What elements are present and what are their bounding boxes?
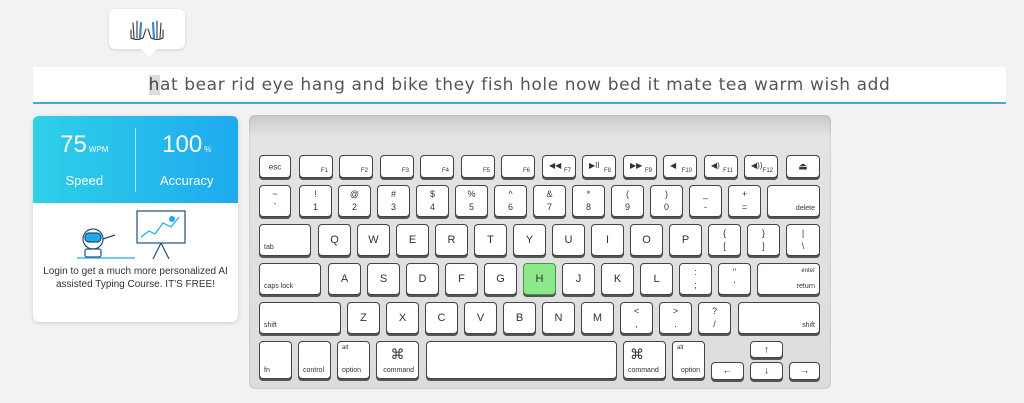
key-f6[interactable]: F6 <box>501 155 535 178</box>
key-8[interactable]: * 8 <box>572 185 605 217</box>
key-shift-left[interactable]: shift <box>259 302 341 334</box>
key-1[interactable]: ! 1 <box>299 185 332 217</box>
accuracy-label: Accuracy <box>160 173 214 188</box>
hands-icon <box>130 20 164 40</box>
accuracy-unit: % <box>204 145 212 154</box>
key-f10[interactable]: ◀ F10 <box>663 155 697 178</box>
key-y[interactable]: Y <box>513 224 546 256</box>
key-t[interactable]: T <box>474 224 507 256</box>
accuracy-stat: 100% Accuracy <box>136 116 239 203</box>
key-5[interactable]: % 5 <box>455 185 488 217</box>
key-f1[interactable]: F1 <box>299 155 333 178</box>
key-f12[interactable]: ◀)) F12 <box>744 155 778 178</box>
command-icon: ⌘ <box>630 346 644 362</box>
key-q[interactable]: Q <box>318 224 351 256</box>
stats-divider <box>135 128 136 192</box>
finger-guide-bubble <box>109 9 185 57</box>
key-minus[interactable]: _ - <box>689 185 722 217</box>
accuracy-value: 100 <box>162 131 203 158</box>
speed-value: 75 <box>60 131 87 158</box>
key-f[interactable]: F <box>445 263 478 295</box>
login-promo-text[interactable]: Login to get a much more personalized AI… <box>41 265 230 291</box>
key-arrow-up[interactable]: ↑ <box>750 341 783 358</box>
remaining-text: at bear rid eye hang and bike they fish … <box>159 74 891 95</box>
key-r[interactable]: R <box>435 224 468 256</box>
key-return[interactable]: enter return <box>757 263 820 295</box>
key-e[interactable]: E <box>396 224 429 256</box>
key-j[interactable]: J <box>562 263 595 295</box>
robot-presentation-icon <box>77 210 186 260</box>
key-caps-lock[interactable]: caps lock <box>259 263 321 295</box>
key-comma[interactable]: <, <box>620 302 653 334</box>
key-quote[interactable]: " ' <box>718 263 751 295</box>
key-6[interactable]: ^ 6 <box>494 185 527 217</box>
key-option-right[interactable]: alt option <box>672 341 705 379</box>
key-backtick[interactable]: ~ ` <box>259 185 291 217</box>
key-backslash[interactable]: | \ <box>786 224 820 256</box>
key-f8[interactable]: ▶II F8 <box>582 155 616 178</box>
key-eject[interactable]: ⏏ <box>786 155 820 178</box>
key-f5[interactable]: F5 <box>461 155 495 178</box>
key-d[interactable]: D <box>406 263 439 295</box>
key-f9[interactable]: ▶▶ F9 <box>623 155 657 178</box>
key-g[interactable]: G <box>484 263 517 295</box>
key-a[interactable]: A <box>328 263 361 295</box>
key-s[interactable]: S <box>367 263 400 295</box>
key-option-left[interactable]: alt option <box>337 341 370 379</box>
key-3[interactable]: #3 <box>377 185 410 217</box>
key-n[interactable]: N <box>542 302 575 334</box>
key-m[interactable]: M <box>581 302 614 334</box>
key-7[interactable]: & 7 <box>533 185 566 217</box>
key-arrow-left[interactable]: ← <box>711 362 744 380</box>
virtual-keyboard: esc F1 F2 F3 F4 F5 F6 ◀◀ F7 ▶II F8 ▶▶ F9 ◀ F… <box>249 115 831 389</box>
key-control[interactable]: control <box>298 341 331 379</box>
key-f7[interactable]: ◀◀ F7 <box>542 155 576 178</box>
key-command-right[interactable]: ⌘ command <box>623 341 666 379</box>
key-f11[interactable]: ◀) F11 <box>704 155 738 178</box>
key-command-left[interactable]: ⌘ command <box>376 341 419 379</box>
key-o[interactable]: O <box>630 224 663 256</box>
key-l[interactable]: L <box>640 263 673 295</box>
key-i[interactable]: I <box>591 224 624 256</box>
key-tab[interactable]: tab <box>259 224 311 256</box>
key-delete[interactable]: delete <box>767 185 820 217</box>
key-h-highlighted[interactable]: H <box>523 263 556 295</box>
current-character: h <box>148 74 160 95</box>
stats-panel: 75 WPM Speed 100% Accuracy <box>33 116 238 203</box>
key-p[interactable]: P <box>669 224 702 256</box>
key-x[interactable]: X <box>386 302 419 334</box>
key-u[interactable]: U <box>552 224 585 256</box>
key-slash[interactable]: ? / <box>698 302 731 334</box>
key-2[interactable]: @2 <box>338 185 371 217</box>
key-k[interactable]: K <box>601 263 634 295</box>
key-open-bracket[interactable]: {[ <box>708 224 741 256</box>
key-fn[interactable]: fn <box>259 341 292 379</box>
speed-unit: WPM <box>88 145 109 154</box>
key-9[interactable]: (9 <box>611 185 644 217</box>
command-icon: ⌘ <box>390 346 405 362</box>
key-esc[interactable]: esc <box>259 155 291 178</box>
key-0[interactable]: ) 0 <box>650 185 683 217</box>
speed-label: Speed <box>65 173 104 188</box>
key-v[interactable]: V <box>464 302 497 334</box>
key-close-bracket[interactable]: }] <box>747 224 780 256</box>
key-f2[interactable]: F2 <box>339 155 373 178</box>
key-c[interactable]: C <box>425 302 458 334</box>
key-b[interactable]: B <box>503 302 536 334</box>
key-w[interactable]: W <box>357 224 390 256</box>
typing-text-area[interactable]: h at bear rid eye hang and bike they fish… <box>33 67 1006 104</box>
key-equals[interactable]: + = <box>728 185 761 217</box>
key-z[interactable]: Z <box>347 302 380 334</box>
key-semicolon[interactable]: :; <box>679 263 712 295</box>
key-period[interactable]: >. <box>659 302 692 334</box>
key-f3[interactable]: F3 <box>380 155 414 178</box>
key-shift-right[interactable]: shift <box>738 302 820 334</box>
key-4[interactable]: $4 <box>416 185 449 217</box>
speed-stat: 75 WPM Speed <box>33 116 136 203</box>
key-space[interactable] <box>426 341 617 379</box>
key-f4[interactable]: F4 <box>420 155 454 178</box>
key-arrow-down[interactable]: ↓ <box>750 362 783 380</box>
stats-card: 75 WPM Speed 100% Accuracy Login to get a… <box>33 116 238 322</box>
key-arrow-right[interactable]: → <box>789 362 820 380</box>
